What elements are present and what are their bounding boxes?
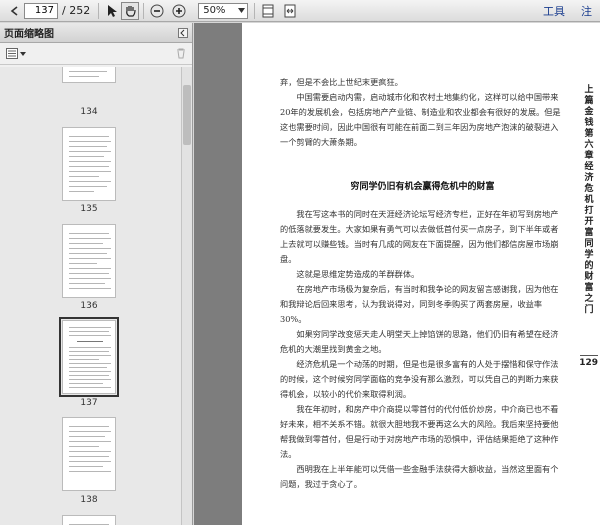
document-viewer[interactable]: 弃，但是不会比上世纪末更疯狂。 中国需要启动内需，启动城市化和农村土地集约化，这… xyxy=(194,23,600,525)
main-toolbar: / 252 50% 工具 注 xyxy=(0,0,600,22)
chevron-down-icon xyxy=(238,8,246,13)
paragraph: 在房地产市场极为复杂后，有当时和我争论的网友留言感谢我，因为他在和我辩论后回来思… xyxy=(280,284,559,324)
thumbnail-label: 134 xyxy=(80,107,98,117)
page-number-input[interactable] xyxy=(24,2,58,19)
thumbnail-page[interactable] xyxy=(62,67,116,83)
thumbnail-panel-header: 页面缩略图 xyxy=(0,23,192,43)
viewer-background xyxy=(194,23,242,525)
zoom-select[interactable]: 50% xyxy=(198,2,249,19)
paragraph: 如果穷同学改变惩天走人明堂天上掉馅饼的思路，他们仍旧有希望在经济危机的大潮里找到… xyxy=(280,329,559,354)
fit-width-button[interactable] xyxy=(281,2,299,20)
scrollbar-thumb[interactable] xyxy=(183,85,191,145)
document-page: 弃，但是不会比上世纪末更疯狂。 中国需要启动内需，启动城市化和农村土地集约化，这… xyxy=(242,23,600,525)
collapse-panel-icon[interactable] xyxy=(178,27,188,38)
thumbnail-label: 138 xyxy=(80,495,98,505)
thumbnail-page-selected[interactable] xyxy=(59,317,119,397)
thumbnail-scrollbar[interactable] xyxy=(181,67,192,525)
top-text-block: 弃，但是不会比上世纪末更疯狂。 中国需要启动内需，启动城市化和农村土地集约化，这… xyxy=(280,75,565,150)
list-options-icon xyxy=(6,48,18,59)
thumbnail-page[interactable] xyxy=(62,515,116,525)
paragraph: 经济危机是一个动荡的时期，但是也是很多富有的人处于摆惜和保守作法的时候，这个时候… xyxy=(280,359,559,399)
thumbnail-page[interactable] xyxy=(62,224,116,298)
section-heading: 穷同学仍旧有机会赢得危机中的财富 xyxy=(350,182,495,192)
thumbnail-page[interactable] xyxy=(62,417,116,491)
paragraph: 我在写这本书的同时在天涯经济论坛写经济专栏，正好在年初写到房地产的低落就要发生。… xyxy=(280,209,559,264)
main-text-block: 我在写这本书的同时在天涯经济论坛写经济专栏，正好在年初写到房地产的低落就要发生。… xyxy=(280,207,565,492)
separator xyxy=(98,2,100,19)
running-head: 上篇 金钱 第六章 经济危机打开富同学的财富之门 xyxy=(584,85,594,315)
fit-width-icon xyxy=(284,4,296,17)
previous-page-button[interactable] xyxy=(6,2,24,20)
paragraph: 这就是思维定势造成的羊群群体。 xyxy=(296,269,420,279)
plus-circle-icon xyxy=(172,4,186,17)
arrow-left-icon xyxy=(10,5,18,16)
zoom-in-button[interactable] xyxy=(170,2,188,20)
minus-circle-icon xyxy=(150,4,164,17)
chevron-down-icon xyxy=(20,51,26,56)
fit-page-icon xyxy=(262,4,274,17)
hand-icon xyxy=(126,6,136,17)
cursor-arrow-icon xyxy=(108,4,118,17)
zoom-value: 50% xyxy=(203,5,226,16)
paragraph: 弃，但是不会比上世纪末更疯狂。 xyxy=(280,77,403,87)
separator xyxy=(254,2,256,19)
thumbnail-page[interactable] xyxy=(62,127,116,201)
options-menu-button[interactable] xyxy=(6,48,26,59)
trash-icon[interactable] xyxy=(176,48,186,59)
thumbnail-label: 135 xyxy=(80,204,98,214)
page-number-rule xyxy=(580,355,598,356)
page-number: 129 xyxy=(579,358,598,368)
toolbar-right-links: 工具 注 xyxy=(535,0,600,22)
panel-title: 页面缩略图 xyxy=(4,29,54,40)
fit-page-button[interactable] xyxy=(259,2,277,20)
thumbnail-list: 134 135 136 137 138 xyxy=(0,67,182,525)
comment-link[interactable]: 注 xyxy=(573,3,600,19)
tools-link[interactable]: 工具 xyxy=(535,3,573,19)
separator xyxy=(143,2,145,19)
thumbnail-tools xyxy=(0,43,192,65)
page-total-label: / 252 xyxy=(62,4,91,17)
hand-tool-button[interactable] xyxy=(121,1,140,20)
paragraph: 我在年初时，和房产中介商提以零首付的代付低价炒房，中介商已也不看好未来，相不关系… xyxy=(280,404,559,459)
thumbnail-label: 136 xyxy=(80,301,98,311)
zoom-out-button[interactable] xyxy=(148,2,166,20)
paragraph: 西明我在上半年能可以凭借一些金融手法获得大额收益，当然这里面有个问题，我过于贪心… xyxy=(280,464,559,489)
select-tool-button[interactable] xyxy=(103,2,121,20)
thumbnail-panel: 页面缩略图 134 135 136 137 138 xyxy=(0,23,193,525)
thumbnail-label: 137 xyxy=(80,398,98,408)
paragraph: 中国需要启动内需，启动城市化和农村土地集约化，这样可以给中国带来20年的发展机会… xyxy=(280,92,561,147)
